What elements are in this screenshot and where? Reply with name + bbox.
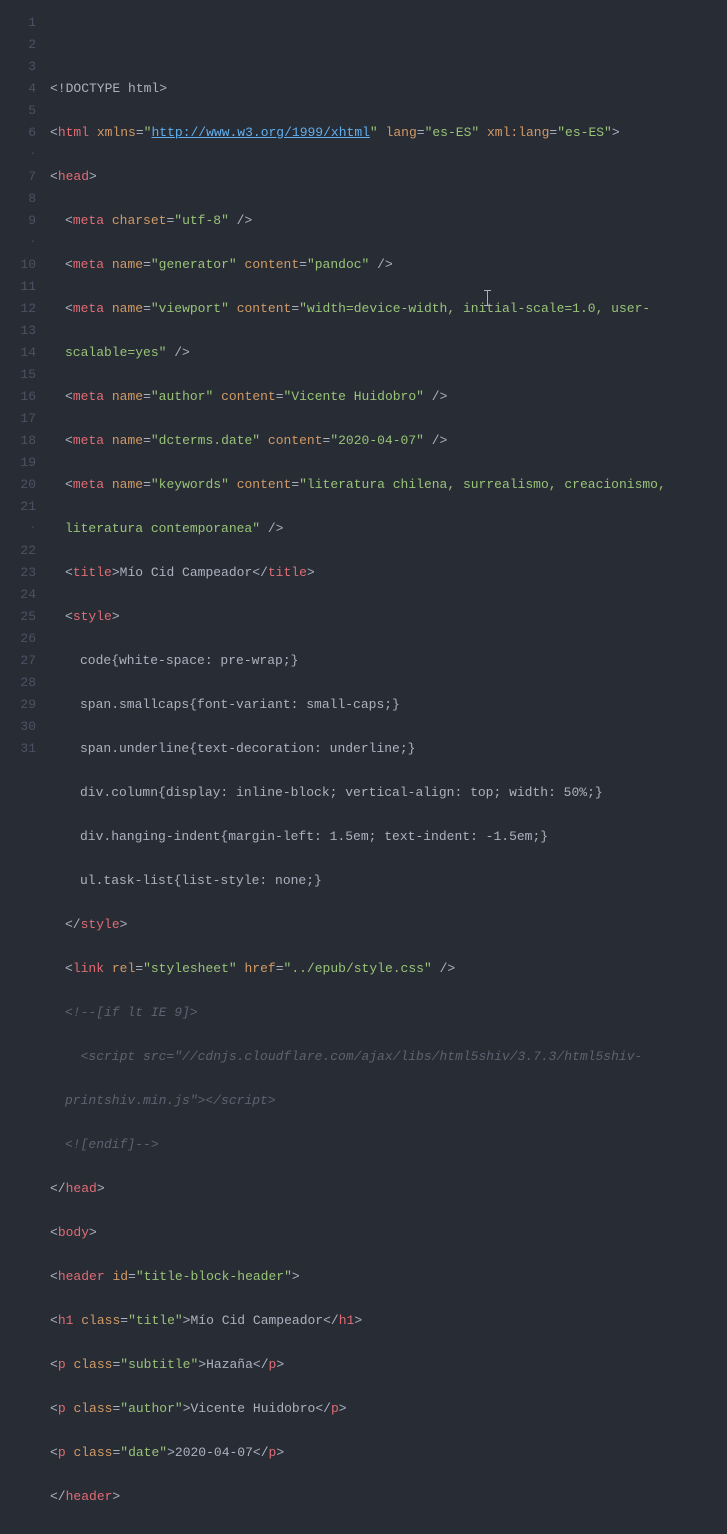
line-number: 23 — [0, 562, 36, 584]
wrap-indicator: · — [0, 232, 36, 254]
code-line[interactable]: <head> — [50, 166, 727, 188]
xmlns-link[interactable]: http://www.w3.org/1999/xhtml — [151, 125, 369, 140]
code-area[interactable]: <!DOCTYPE html> <html xmlns="http://www.… — [46, 0, 727, 767]
code-line[interactable]: <header id="title-block-header"> — [50, 1266, 727, 1288]
line-number: 25 — [0, 606, 36, 628]
code-line[interactable]: printshiv.min.js"></script> — [50, 1090, 727, 1112]
line-number: 14 — [0, 342, 36, 364]
line-number: 24 — [0, 584, 36, 606]
line-number: 31 — [0, 738, 36, 760]
code-line[interactable]: </header> — [50, 1486, 727, 1508]
line-number: 27 — [0, 650, 36, 672]
code-line[interactable]: <meta name="keywords" content="literatur… — [50, 474, 727, 496]
line-number: 15 — [0, 364, 36, 386]
line-number: 5 — [0, 100, 36, 122]
line-number-gutter: 1 2 3 4 5 6 · 7 8 9 · 10 11 12 13 14 15 … — [0, 0, 46, 767]
code-line[interactable]: <!--[if lt IE 9]> — [50, 1002, 727, 1024]
line-number: 28 — [0, 672, 36, 694]
code-line[interactable]: </style> — [50, 914, 727, 936]
code-line[interactable]: <body> — [50, 1222, 727, 1244]
code-line[interactable]: div.column{display: inline-block; vertic… — [50, 782, 727, 804]
line-number: 8 — [0, 188, 36, 210]
line-number: 16 — [0, 386, 36, 408]
code-line[interactable]: <link rel="stylesheet" href="../epub/sty… — [50, 958, 727, 980]
line-number: 13 — [0, 320, 36, 342]
code-line[interactable]: code{white-space: pre-wrap;} — [50, 650, 727, 672]
code-line[interactable]: <meta name="generator" content="pandoc" … — [50, 254, 727, 276]
line-number: 30 — [0, 716, 36, 738]
line-number: 17 — [0, 408, 36, 430]
line-number: 1 — [0, 12, 36, 34]
code-line[interactable]: <p class="subtitle">Hazaña</p> — [50, 1354, 727, 1376]
line-number: 10 — [0, 254, 36, 276]
line-number: 22 — [0, 540, 36, 562]
line-number: 18 — [0, 430, 36, 452]
code-line[interactable]: <meta name="dcterms.date" content="2020-… — [50, 430, 727, 452]
code-line[interactable]: <meta name="author" content="Vicente Hui… — [50, 386, 727, 408]
code-line[interactable]: ul.task-list{list-style: none;} — [50, 870, 727, 892]
code-line[interactable]: <html xmlns="http://www.w3.org/1999/xhtm… — [50, 122, 727, 144]
code-editor[interactable]: 1 2 3 4 5 6 · 7 8 9 · 10 11 12 13 14 15 … — [0, 0, 727, 767]
code-line[interactable]: <style> — [50, 606, 727, 628]
code-line[interactable]: span.smallcaps{font-variant: small-caps;… — [50, 694, 727, 716]
line-number: 20 — [0, 474, 36, 496]
line-number: 11 — [0, 276, 36, 298]
code-line[interactable]: <h1 class="title">Mío Cid Campeador</h1> — [50, 1310, 727, 1332]
line-number: 3 — [0, 56, 36, 78]
doctype-text: <!DOCTYPE html> — [50, 81, 167, 96]
code-line[interactable]: scalable=yes" /> — [50, 342, 727, 364]
line-number: 19 — [0, 452, 36, 474]
code-line[interactable]: <nav id="TOC" role="doc-toc"> — [50, 1530, 727, 1534]
code-line[interactable]: <meta charset="utf-8" /> — [50, 210, 727, 232]
line-number: 29 — [0, 694, 36, 716]
code-line[interactable]: <p class="author">Vicente Huidobro</p> — [50, 1398, 727, 1420]
line-number: 7 — [0, 166, 36, 188]
code-line[interactable]: literatura contemporanea" /> — [50, 518, 727, 540]
line-number: 21 — [0, 496, 36, 518]
code-line[interactable]: </head> — [50, 1178, 727, 1200]
code-line[interactable]: <script src="//cdnjs.cloudflare.com/ajax… — [50, 1046, 727, 1068]
code-line[interactable]: span.underline{text-decoration: underlin… — [50, 738, 727, 760]
line-number: 26 — [0, 628, 36, 650]
line-number: 2 — [0, 34, 36, 56]
wrap-indicator: · — [0, 144, 36, 166]
line-number: 6 — [0, 122, 36, 144]
code-line[interactable]: <!DOCTYPE html> — [50, 78, 727, 100]
code-line[interactable]: <![endif]--> — [50, 1134, 727, 1156]
code-line[interactable]: <meta name="viewport" content="width=dev… — [50, 298, 727, 320]
wrap-indicator: · — [0, 518, 36, 540]
line-number: 12 — [0, 298, 36, 320]
line-number: 9 — [0, 210, 36, 232]
code-line[interactable]: div.hanging-indent{margin-left: 1.5em; t… — [50, 826, 727, 848]
code-line[interactable]: <p class="date">2020-04-07</p> — [50, 1442, 727, 1464]
code-line[interactable]: <title>Mío Cid Campeador</title> — [50, 562, 727, 584]
line-number: 4 — [0, 78, 36, 100]
